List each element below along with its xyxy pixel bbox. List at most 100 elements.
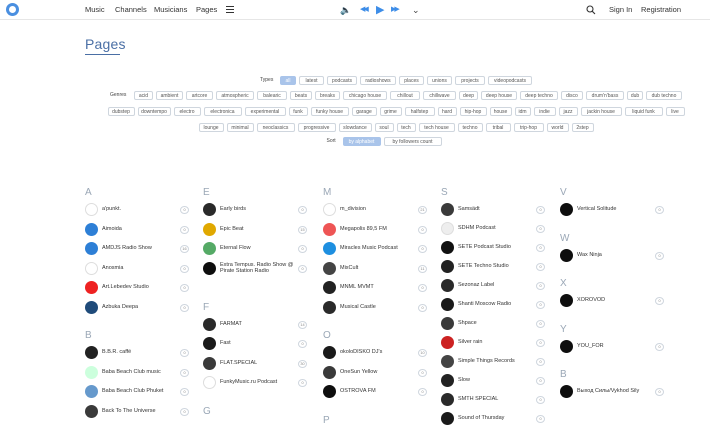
genre-chip[interactable]: halfstep (404, 107, 435, 116)
page-name[interactable]: Extra Tempus. Radio Show @ Pirate Statio… (220, 262, 298, 275)
page-list-item[interactable]: Megapolis 89,5 FM 0 (323, 222, 427, 237)
page-name[interactable]: Shpace (458, 320, 477, 327)
page-name[interactable]: Early birds (220, 206, 246, 213)
type-chip[interactable]: videopodcasts (488, 76, 532, 85)
page-name[interactable]: Aimoida (102, 226, 122, 233)
page-name[interactable]: Simple Things Records (458, 358, 515, 365)
page-name[interactable]: AMDJS Radio Show (102, 245, 152, 252)
page-list-item[interactable]: AMDJS Radio Show 16 (85, 242, 189, 256)
genre-chip[interactable]: experimental (244, 107, 286, 116)
nav-music[interactable]: Music (85, 5, 105, 14)
page-list-item[interactable]: SDHM Podcast 0 (441, 222, 545, 236)
page-list-item[interactable]: Aimoida 0 (85, 222, 189, 237)
genre-chip[interactable]: ambient (156, 91, 183, 100)
previous-track-icon[interactable]: ◀◀ (360, 4, 369, 16)
genre-chip[interactable]: drum'n'bass (586, 91, 624, 100)
page-list-item[interactable]: Extra Tempus. Radio Show @ Pirate Statio… (203, 261, 307, 276)
page-list-item[interactable]: Samsädt 0 (441, 203, 545, 217)
genre-chip[interactable]: live (665, 107, 685, 116)
type-chip[interactable]: projects (455, 76, 485, 85)
genre-chip[interactable]: electro (173, 107, 201, 116)
page-name[interactable]: Musical Castle (340, 304, 376, 311)
page-list-item[interactable]: FLAT.SPECIAL 30 (203, 356, 307, 371)
page-list-item[interactable]: OSTROVA FM 0 (323, 385, 427, 399)
genre-chip[interactable]: jackin house (580, 107, 622, 116)
page-list-item[interactable]: Anosmia 0 (85, 261, 189, 276)
page-name[interactable]: B.B.R. caffé (102, 349, 131, 356)
page-name[interactable]: Wax Ninja (577, 252, 602, 259)
search-icon[interactable] (586, 5, 596, 15)
genre-chip[interactable]: indie (533, 107, 556, 116)
site-logo[interactable] (6, 3, 19, 16)
sort-chip[interactable]: by alphabet (342, 137, 381, 146)
genre-chip[interactable]: neoclassics (256, 123, 295, 132)
page-list-item[interactable]: Silver rain 0 (441, 336, 545, 350)
page-list-item[interactable]: m_division 21 (323, 203, 427, 217)
page-name[interactable]: Baba Beach Club Phuket (102, 388, 163, 395)
page-name[interactable]: Epic Beat (220, 226, 244, 233)
genre-chip[interactable]: tech house (418, 123, 455, 132)
page-list-item[interactable]: Miracles Music Podcast 0 (323, 242, 427, 256)
genre-chip[interactable]: deep techno (520, 91, 558, 100)
page-name[interactable]: Sezonaz Label (458, 282, 494, 289)
menu-icon[interactable] (226, 6, 234, 13)
page-list-item[interactable]: Musical Castle 0 (323, 300, 427, 315)
page-list-item[interactable]: XOROVOD 0 (560, 294, 664, 308)
genre-chip[interactable]: artcore (186, 91, 213, 100)
page-list-item[interactable]: FunkyMusic.ru Podcast 0 (203, 376, 307, 390)
page-list-item[interactable]: Wax Ninja 0 (560, 248, 664, 263)
genre-chip[interactable]: world (546, 123, 569, 132)
page-list-item[interactable]: YOU_FOR 0 (560, 339, 664, 354)
page-name[interactable]: SETE Techno Studio (458, 263, 509, 270)
genre-chip[interactable]: garage (351, 107, 377, 116)
genre-chip[interactable]: breaks (315, 91, 340, 100)
page-list-item[interactable]: Azbuka Deepa 0 (85, 300, 189, 315)
genre-chip[interactable]: house (489, 107, 512, 116)
genre-chip[interactable]: jazz (558, 107, 578, 116)
sign-in-link[interactable]: Sign In (609, 5, 632, 14)
page-list-item[interactable]: Eternal Flow 0 (203, 242, 307, 256)
type-chip[interactable]: podcasts (327, 76, 357, 85)
page-name[interactable]: Slow (458, 377, 470, 384)
type-chip[interactable]: places (399, 76, 424, 85)
page-name[interactable]: MNML MVMT (340, 284, 374, 291)
genre-chip[interactable]: chicago house (343, 91, 387, 100)
page-name[interactable]: Azbuka Deepa (102, 304, 138, 311)
page-list-item[interactable]: a'punkt. 0 (85, 203, 189, 217)
genre-chip[interactable]: acid (134, 91, 153, 100)
page-name[interactable]: YOU_FOR (577, 343, 604, 350)
page-name[interactable]: m_division (340, 206, 366, 213)
page-name[interactable]: Eternal Flow (220, 245, 251, 252)
page-name[interactable]: Shanti Moscow Radio (458, 301, 511, 308)
page-list-item[interactable]: SETE Techno Studio 0 (441, 260, 545, 274)
page-name[interactable]: Выход Силы/Vykhod Sily (577, 388, 639, 395)
page-name[interactable]: XOROVOD (577, 297, 605, 304)
page-list-item[interactable]: Baba Beach Club Phuket 0 (85, 385, 189, 399)
genre-chip[interactable]: funky house (310, 107, 349, 116)
page-name[interactable]: Vertical Solitude (577, 206, 616, 213)
genre-chip[interactable]: hard (437, 107, 457, 116)
genre-chip[interactable]: progressive (297, 123, 336, 132)
genre-chip[interactable]: dub techno (646, 91, 682, 100)
genre-chip[interactable]: grime (379, 107, 402, 116)
type-chip[interactable]: radioshows (360, 76, 396, 85)
page-name[interactable]: MixCult (340, 265, 358, 272)
page-name[interactable]: a'punkt. (102, 206, 121, 213)
page-name[interactable]: FARMAT (220, 321, 242, 328)
genre-chip[interactable]: liquid funk (624, 107, 663, 116)
genre-chip[interactable]: dubstep (107, 107, 135, 116)
genre-chip[interactable]: deep (459, 91, 478, 100)
genre-chip[interactable]: slowdance (338, 123, 372, 132)
genre-chip[interactable]: lounge (198, 123, 224, 132)
page-list-item[interactable]: Back To The Universe 0 (85, 404, 189, 419)
play-icon[interactable]: ▶ (376, 4, 384, 16)
genre-chip[interactable]: electronica (203, 107, 242, 116)
page-list-item[interactable]: MixCult 11 (323, 261, 427, 276)
page-name[interactable]: Baba Beach Club music (102, 369, 161, 376)
nav-channels[interactable]: Channels (115, 5, 147, 14)
page-name[interactable]: OSTROVA FM (340, 388, 376, 395)
page-list-item[interactable]: Epic Beat 15 (203, 222, 307, 237)
page-name[interactable]: Art.Lebedev Studio (102, 284, 149, 291)
page-name[interactable]: Silver rain (458, 339, 482, 346)
genre-chip[interactable]: funk (288, 107, 308, 116)
